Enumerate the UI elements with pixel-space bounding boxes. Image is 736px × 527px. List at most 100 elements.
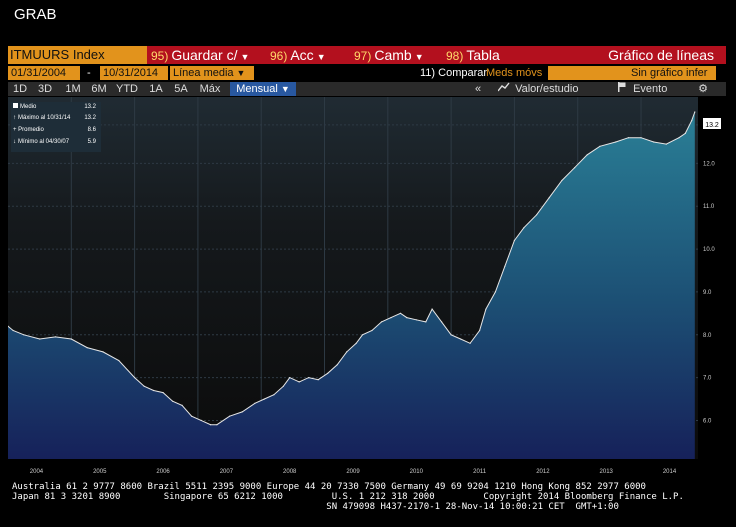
- data-point: [229, 415, 231, 417]
- lower-chart-select[interactable]: Sin gráfico infer: [628, 66, 716, 80]
- actions-number: 96): [270, 49, 288, 63]
- footer-session-line: SN 479098 H437-2170-1 28-Nov-14 10:00:21…: [12, 502, 619, 512]
- legend-row-average: + Promedio 8.6: [13, 126, 99, 135]
- chevron-down-icon: ▼: [414, 52, 424, 62]
- data-point: [162, 392, 164, 394]
- data-point: [298, 381, 300, 383]
- period-6m-button[interactable]: 6M: [88, 82, 110, 96]
- frequency-select[interactable]: Mensual ▼: [230, 82, 296, 96]
- data-point: [134, 377, 136, 379]
- period-3d-button[interactable]: 3D: [34, 82, 56, 96]
- y-tick-label: 12.0: [703, 161, 715, 167]
- compare-blank-field[interactable]: [548, 66, 628, 80]
- data-point: [241, 411, 243, 413]
- data-point: [355, 342, 357, 344]
- y-tick-label: 6.0: [703, 418, 712, 424]
- gear-icon[interactable]: ⚙: [694, 82, 712, 96]
- table-number: 98): [446, 49, 464, 63]
- period-5a-button[interactable]: 5A: [171, 82, 191, 96]
- data-point: [586, 154, 588, 156]
- data-point: [371, 329, 373, 332]
- value-study-button[interactable]: Valor/estudio: [497, 82, 602, 96]
- change-button[interactable]: 97) Camb ▼: [354, 46, 424, 64]
- x-tick-label: 2009: [346, 469, 360, 475]
- legend-label-high: Máximo al 10/31/14: [18, 115, 71, 121]
- save-button[interactable]: 95) Guardar c/▼: [151, 46, 249, 64]
- legend-row-high: ↑ Máximo al 10/31/14 13.2: [13, 114, 99, 123]
- x-tick-label: 2007: [220, 469, 234, 475]
- data-point: [308, 377, 310, 379]
- legend-value-low: 5.9: [87, 139, 96, 145]
- data-point: [118, 359, 120, 362]
- function-bar: ITMUURS Index 95) Guardar c/▼ 96) Acc ▼ 97)…: [8, 46, 726, 64]
- legend-row-last: Medio 13.2: [13, 103, 99, 112]
- data-point: [415, 319, 417, 321]
- chart-type-title: Gráfico de líneas: [608, 47, 714, 63]
- actions-button[interactable]: 96) Acc ▼: [270, 46, 326, 64]
- line-style-label: Línea media: [173, 67, 234, 79]
- footer-copyright-line: Japan 81 3 3201 8900 Singapore 65 6212 1…: [12, 492, 684, 502]
- event-button[interactable]: Evento: [618, 82, 688, 96]
- period-1m-button[interactable]: 1M: [62, 82, 84, 96]
- ticker-field[interactable]: ITMUURS Index: [8, 46, 147, 64]
- x-tick-label: 2013: [600, 469, 614, 475]
- compare-label[interactable]: 11) Comparar: [420, 66, 487, 80]
- footer: Australia 61 2 9777 8600 Brazil 5511 239…: [12, 482, 728, 512]
- legend-swatch: [13, 103, 18, 108]
- x-tick-label: 2008: [283, 469, 297, 475]
- actions-label: Acc: [290, 47, 314, 63]
- data-point: [23, 334, 25, 336]
- data-point: [289, 377, 291, 379]
- compare-value[interactable]: Meds móvs: [486, 66, 542, 80]
- end-date-field[interactable]: 10/31/2014: [100, 66, 168, 80]
- chart-legend: Medio 13.2 ↑ Máximo al 10/31/14 13.2 + Prom…: [11, 102, 101, 152]
- low-marker-icon: ↓: [13, 139, 16, 145]
- period-row: 1D 3D 1M 6M YTD 1A 5A Máx Mensual ▼ « Val…: [8, 82, 726, 96]
- start-date-field[interactable]: 01/31/2004: [8, 66, 80, 80]
- data-point: [574, 167, 576, 169]
- data-point: [460, 338, 462, 340]
- period-max-button[interactable]: Máx: [197, 82, 223, 96]
- event-label: Evento: [633, 83, 668, 95]
- x-tick-label: 2012: [536, 469, 550, 475]
- legend-value-last: 13.2: [84, 104, 96, 110]
- data-point: [494, 291, 496, 293]
- data-point: [317, 379, 319, 381]
- legend-value-high: 13.2: [84, 115, 96, 121]
- data-point: [263, 398, 265, 400]
- data-point: [54, 336, 57, 338]
- line-style-select[interactable]: Línea media ▼: [170, 66, 254, 80]
- data-point: [615, 141, 617, 143]
- data-point: [599, 145, 601, 147]
- table-button[interactable]: 98) Tabla: [446, 46, 500, 64]
- flag-icon: [618, 82, 630, 96]
- data-point: [523, 227, 525, 229]
- data-point: [548, 197, 550, 199]
- y-tick-label: 8.0: [703, 333, 712, 339]
- data-point: [327, 372, 329, 374]
- line-chart-icon: [497, 82, 512, 96]
- data-point: [86, 347, 88, 349]
- period-1d-button[interactable]: 1D: [10, 82, 30, 96]
- period-ytd-button[interactable]: YTD: [114, 82, 140, 96]
- data-point: [684, 132, 686, 134]
- high-marker-icon: ↑: [13, 115, 16, 121]
- period-1a-button[interactable]: 1A: [146, 82, 166, 96]
- screen-title: GRAB: [14, 6, 57, 23]
- data-point: [479, 329, 481, 332]
- chevron-down-icon: ▼: [236, 68, 246, 78]
- frequency-label: Mensual: [236, 83, 278, 95]
- data-point: [70, 338, 72, 340]
- data-point: [431, 308, 433, 310]
- data-point: [191, 415, 193, 417]
- date-row: 01/31/2004 - 10/31/2014 Línea media ▼ 11)…: [8, 66, 726, 80]
- data-point: [694, 111, 696, 113]
- price-chart[interactable]: 6.07.08.09.010.011.012.012.9 20042005200…: [8, 97, 726, 482]
- chevron-down-icon: ▼: [316, 52, 326, 62]
- collapse-button[interactable]: «: [470, 82, 486, 96]
- data-point: [627, 137, 630, 139]
- x-tick-label: 2005: [93, 469, 107, 475]
- data-point: [640, 137, 642, 139]
- data-point: [504, 265, 506, 267]
- data-point: [390, 317, 392, 319]
